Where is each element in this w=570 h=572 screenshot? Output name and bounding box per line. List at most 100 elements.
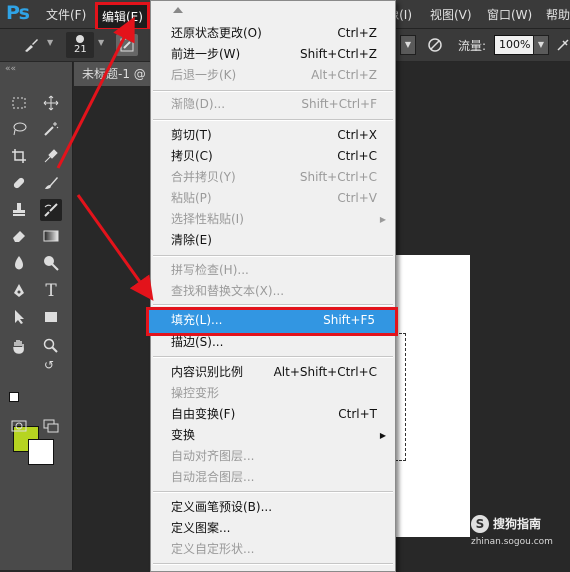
menu-view[interactable]: 视图(V)	[430, 6, 472, 23]
menu-item-auto-blend[interactable]: 自动混合图层...	[151, 467, 395, 488]
menu-item-undo[interactable]: 还原状态更改(O) Ctrl+Z	[151, 23, 395, 44]
zoom-tool-icon[interactable]	[40, 335, 62, 357]
watermark-name: 搜狗指南	[493, 517, 542, 531]
dodge-tool-icon[interactable]	[40, 252, 62, 274]
menu-item-paste-special[interactable]: 选择性粘贴(I) ▶	[151, 209, 395, 230]
healing-brush-tool-icon[interactable]	[8, 172, 30, 194]
menu-item-spell-check[interactable]: 拼写检查(H)...	[151, 260, 395, 281]
rectangle-tool-icon[interactable]	[40, 306, 62, 328]
menu-item-shortcut: Ctrl+C	[337, 149, 377, 163]
menu-item-copy-merged[interactable]: 合并拷贝(Y) Shift+Ctrl+C	[151, 167, 395, 188]
collapse-icon[interactable]: ««	[5, 64, 16, 74]
marquee-tool-icon[interactable]	[8, 92, 30, 114]
menu-item-label: 描边(S)...	[171, 335, 224, 349]
menu-help[interactable]: 帮助	[546, 6, 570, 23]
pen-tool-icon[interactable]	[8, 280, 30, 302]
menu-item-shortcut: Shift+Ctrl+C	[299, 170, 377, 184]
menu-item-paste[interactable]: 粘贴(P) Ctrl+V	[151, 188, 395, 209]
menu-separator	[153, 90, 393, 92]
menu-item-define-shape[interactable]: 定义自定形状...	[151, 539, 395, 560]
gradient-tool-icon[interactable]	[40, 225, 62, 247]
menu-separator	[153, 491, 393, 493]
crop-tool-icon[interactable]	[8, 145, 30, 167]
menu-item-transform[interactable]: 变换 ▶	[151, 425, 395, 446]
chevron-down-icon[interactable]: ▼	[98, 38, 104, 47]
menu-item-free-transform[interactable]: 自由变换(F) Ctrl+T	[151, 404, 395, 425]
menu-item-label: 变换	[171, 428, 196, 442]
brush-size-value: 21	[74, 44, 87, 55]
eyedropper-tool-icon[interactable]	[40, 145, 62, 167]
menu-item-label: 渐隐(D)...	[171, 97, 226, 111]
menu-item-label: 前进一步(W)	[171, 47, 241, 61]
arrow-to-fill-item	[76, 194, 154, 301]
menu-separator	[153, 255, 393, 257]
menu-image[interactable]: 像(I)	[395, 6, 412, 23]
flow-dropdown-button[interactable]: ▼	[533, 35, 549, 55]
menu-item-auto-align[interactable]: 自动对齐图层...	[151, 446, 395, 467]
menu-item-fade[interactable]: 渐隐(D)... Shift+Ctrl+F	[151, 94, 395, 115]
menu-item-label: 拷贝(C)	[171, 149, 213, 163]
menu-item-fill[interactable]: 填充(L)... Shift+F5	[146, 307, 398, 336]
history-brush-tool-icon[interactable]	[40, 199, 62, 221]
menu-item-puppet-warp[interactable]: 操控变形	[151, 383, 395, 404]
menu-item-content-aware-scale[interactable]: 内容识别比例 Alt+Shift+Ctrl+C	[151, 362, 395, 383]
scroll-up-icon[interactable]	[173, 7, 183, 13]
background-color-swatch[interactable]	[28, 439, 54, 465]
menu-item-label: 操控变形	[171, 386, 220, 400]
menu-item-shortcut: Ctrl+T	[338, 407, 377, 421]
brush-preset-icon[interactable]	[20, 34, 42, 56]
quick-mask-icon[interactable]	[8, 415, 30, 437]
tools-panel: «« T ↺	[0, 62, 73, 570]
type-tool-icon[interactable]: T	[40, 280, 62, 302]
chevron-down-icon[interactable]: ▼	[47, 38, 53, 47]
blur-tool-icon[interactable]	[8, 252, 30, 274]
watermark-url: zhinan.sogou.com	[471, 537, 553, 547]
selection-marquee	[395, 333, 406, 461]
menu-item-shortcut: Ctrl+Z	[337, 26, 377, 40]
mode-dropdown-button[interactable]: ▼	[400, 35, 416, 55]
menu-separator	[153, 304, 393, 306]
photoshop-logo: Ps	[6, 2, 30, 24]
menu-item-shortcut: Shift+F5	[323, 313, 375, 327]
clone-stamp-tool-icon[interactable]	[8, 199, 30, 221]
menu-item-stroke[interactable]: 描边(S)...	[151, 332, 395, 353]
airbrush-icon[interactable]	[552, 34, 570, 56]
menu-item-label: 自由变换(F)	[171, 407, 236, 421]
path-selection-tool-icon[interactable]	[8, 306, 30, 328]
sogou-watermark: S 搜狗指南 zhinan.sogou.com	[471, 513, 567, 557]
menu-item-find-replace[interactable]: 查找和替换文本(X)...	[151, 281, 395, 302]
hand-tool-icon[interactable]	[8, 335, 30, 357]
flow-input[interactable]: 100%	[494, 35, 537, 55]
menu-item-clear[interactable]: 清除(E)	[151, 230, 395, 251]
menu-item-label: 内容识别比例	[171, 365, 244, 379]
menu-separator	[153, 119, 393, 121]
eraser-tool-icon[interactable]	[8, 225, 30, 247]
menu-item-label: 自动对齐图层...	[171, 449, 255, 463]
menu-item-label: 还原状态更改(O)	[171, 26, 262, 40]
menu-edit[interactable]: 编辑(E)	[95, 2, 150, 31]
menu-item-define-pattern[interactable]: 定义图案...	[151, 518, 395, 539]
brush-tool-icon[interactable]	[40, 172, 62, 194]
brush-panel-icon[interactable]	[116, 34, 138, 56]
menu-item-define-brush[interactable]: 定义画笔预设(B)...	[151, 497, 395, 518]
pressure-opacity-icon[interactable]	[424, 34, 446, 56]
menu-item-label: 定义自定形状...	[171, 542, 255, 556]
menu-item-label: 粘贴(P)	[171, 191, 212, 205]
menu-item-cut[interactable]: 剪切(T) Ctrl+X	[151, 125, 395, 146]
menu-window[interactable]: 窗口(W)	[487, 6, 532, 23]
brush-size-picker[interactable]: 21	[66, 32, 94, 58]
menu-item-label: 定义画笔预设(B)...	[171, 500, 273, 514]
menu-item-copy[interactable]: 拷贝(C) Ctrl+C	[151, 146, 395, 167]
lasso-tool-icon[interactable]	[8, 118, 30, 140]
menu-item-step-backward[interactable]: 后退一步(K) Alt+Ctrl+Z	[151, 65, 395, 86]
screen-mode-icon[interactable]	[40, 415, 62, 437]
move-tool-icon[interactable]	[40, 92, 62, 114]
menu-separator	[153, 356, 393, 358]
swap-colors-icon[interactable]: ↺	[44, 358, 54, 372]
menu-item-shortcut: Shift+Ctrl+F	[301, 97, 377, 111]
default-colors-icon[interactable]	[9, 392, 19, 402]
magic-wand-tool-icon[interactable]	[40, 118, 62, 140]
menu-file[interactable]: 文件(F)	[46, 6, 86, 23]
menu-item-step-forward[interactable]: 前进一步(W) Shift+Ctrl+Z	[151, 44, 395, 65]
document-canvas[interactable]	[395, 255, 470, 537]
